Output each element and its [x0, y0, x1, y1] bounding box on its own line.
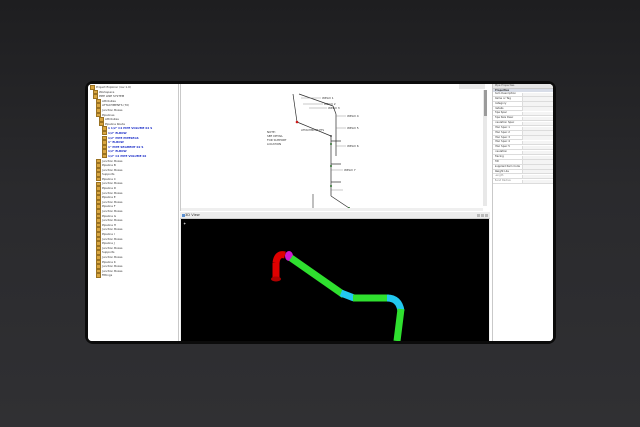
3d-view-titlebar: 3D View: [180, 212, 490, 219]
application-window: Project Explorer (rev 1.0) Workspace PIPE …: [88, 84, 553, 341]
3d-view-title: 3D View: [185, 213, 200, 217]
3d-view-panel: 3D View ✦: [180, 212, 490, 341]
property-name: Bend Radius: [494, 179, 511, 183]
properties-title: Pipe Properties: [495, 84, 515, 87]
elbow-red[interactable]: [272, 251, 286, 264]
weld-label: WELD 7: [344, 168, 356, 172]
weld-label: WELD 5: [347, 126, 359, 130]
property-value-field[interactable]: [522, 170, 553, 174]
property-value-field[interactable]: [522, 102, 553, 106]
node-marker[interactable]: [330, 185, 332, 187]
property-row[interactable]: Bend Radius: [493, 179, 553, 185]
pipe-segment-green-3[interactable]: [393, 308, 405, 341]
weld-label: WELD 1: [322, 96, 334, 100]
horizontal-scrollbar[interactable]: [181, 208, 483, 211]
tree-item[interactable]: Fittings: [88, 273, 178, 278]
folder-icon: [96, 273, 101, 278]
svg-text:LOCATION: LOCATION: [267, 142, 281, 146]
node-marker[interactable]: [330, 143, 332, 145]
tree-item-label: Fittings: [102, 273, 113, 278]
weld-label: WELD 6: [347, 144, 359, 148]
isometric-drawing-panel[interactable]: WELD 1 WELD 2 WELD 3 WELD 4 WELD 5 WELD 6 WELD…: [180, 84, 489, 211]
property-value-field[interactable]: [522, 174, 553, 179]
property-value-field[interactable]: [522, 131, 553, 135]
pipe-cap: [271, 276, 281, 282]
vertical-scrollbar[interactable]: [483, 90, 487, 206]
weld-labels: WELD 1WELD 2WELD 3WELD 4WELD 5WELD 6WELD…: [322, 96, 359, 172]
properties-grid: Item Description Name or Tag Category Detai…: [493, 92, 553, 185]
minimize-button[interactable]: [477, 213, 480, 217]
node-marker[interactable]: [295, 120, 299, 124]
isometric-drawing[interactable]: WELD 1WELD 2WELD 3WELD 4WELD 5WELD 6WELD…: [181, 86, 481, 210]
properties-panel: Pipe Properties Properties Item Descript…: [492, 84, 553, 341]
3d-viewport[interactable]: ✦: [181, 219, 489, 341]
project-tree-panel: Project Explorer (rev 1.0) Workspace PIPE …: [88, 84, 179, 341]
scrollbar-thumb[interactable]: [483, 90, 487, 116]
property-value-field[interactable]: [522, 136, 553, 140]
drawing-note: NOTE: SEE DETAIL FOR SUPPORT LOCATION: [267, 130, 287, 146]
tree-list: Project Explorer (rev 1.0) Workspace PIPE …: [88, 84, 178, 278]
node-marker[interactable]: [330, 165, 332, 167]
callout-label: ATTACHMENT PTS: [301, 128, 324, 132]
weld-label: WELD 4: [347, 114, 359, 118]
pipe-line: [292, 93, 298, 123]
property-value-field[interactable]: [522, 160, 553, 164]
property-value-field[interactable]: [522, 126, 553, 130]
property-value-field[interactable]: [522, 155, 553, 159]
property-value-field[interactable]: [522, 107, 553, 111]
close-button[interactable]: [485, 213, 488, 217]
property-value-field[interactable]: [522, 179, 553, 184]
window-controls: [477, 213, 488, 217]
maximize-button[interactable]: [481, 213, 484, 217]
pipe-segment-green-1[interactable]: [288, 255, 347, 298]
property-value-field[interactable]: [522, 116, 553, 121]
weld-label: WELD 3: [328, 106, 340, 110]
property-value-field[interactable]: [522, 165, 553, 169]
fitting-cyan-1[interactable]: [339, 289, 356, 302]
property-value-field[interactable]: [522, 121, 553, 126]
property-value-field[interactable]: [522, 97, 553, 101]
property-value-field[interactable]: [522, 141, 553, 145]
property-value-field[interactable]: [522, 150, 553, 155]
property-value-field[interactable]: [522, 111, 553, 116]
3d-pipe-model[interactable]: [181, 219, 489, 341]
property-value-field[interactable]: [522, 145, 553, 150]
property-value-field[interactable]: [522, 92, 553, 96]
pipe-line: [330, 195, 350, 209]
